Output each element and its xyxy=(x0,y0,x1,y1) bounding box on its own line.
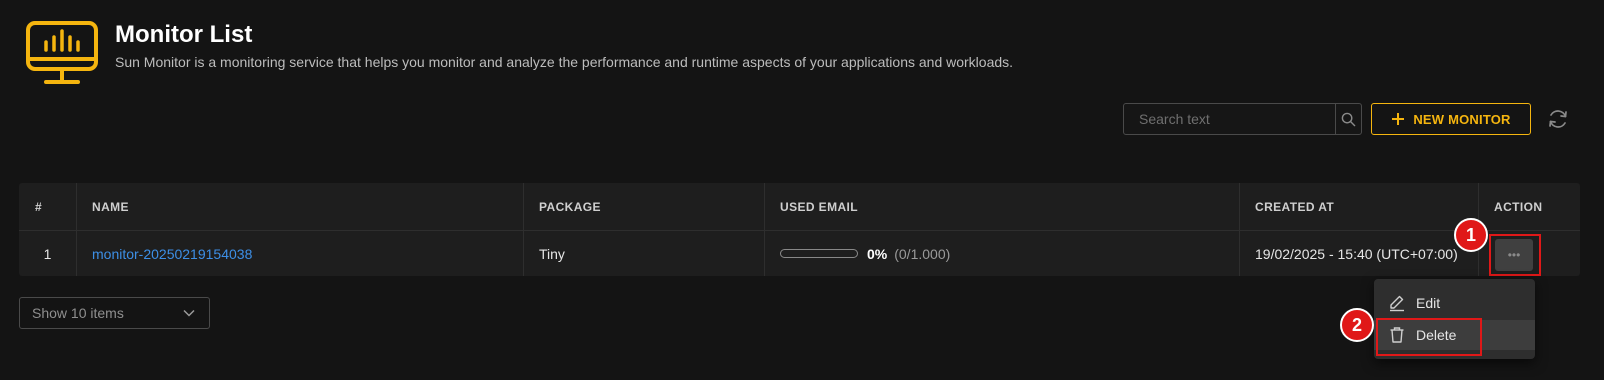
step-marker-1: 1 xyxy=(1454,218,1488,252)
highlight-box-action xyxy=(1489,234,1541,276)
row-created-at: 19/02/2025 - 15:40 (UTC+07:00) xyxy=(1255,245,1458,262)
monitor-icon xyxy=(26,21,98,84)
menu-item-edit-label: Edit xyxy=(1416,295,1441,311)
used-email-count: (0/1.000) xyxy=(894,245,951,262)
page-subtitle: Sun Monitor is a monitoring service that… xyxy=(115,54,1014,70)
monitor-table: # NAME PACKAGE USED EMAIL CREATED AT ACT… xyxy=(19,183,1580,276)
menu-item-edit[interactable]: Edit xyxy=(1374,288,1535,318)
used-email-percent: 0% xyxy=(867,245,888,262)
search-input[interactable] xyxy=(1124,104,1335,134)
column-header-created-at: CREATED AT xyxy=(1255,199,1335,214)
page-title: Monitor List xyxy=(115,21,253,48)
page-size-label: Show 10 items xyxy=(32,305,124,321)
column-header-action: ACTION xyxy=(1494,199,1543,214)
used-email-cell: 0% (0/1.000) xyxy=(764,231,1239,276)
edit-icon xyxy=(1390,295,1404,312)
new-monitor-button[interactable]: NEW MONITOR xyxy=(1371,103,1531,135)
search-box xyxy=(1123,103,1362,135)
page-size-select[interactable]: Show 10 items xyxy=(19,297,210,329)
plus-icon xyxy=(1392,113,1405,125)
step-marker-2: 2 xyxy=(1340,308,1374,342)
row-index: 1 xyxy=(43,245,52,262)
search-icon xyxy=(1341,112,1356,126)
column-header-package: PACKAGE xyxy=(539,199,601,214)
chevron-down-icon xyxy=(183,309,195,317)
row-package: Tiny xyxy=(539,245,565,262)
refresh-icon[interactable] xyxy=(1546,107,1570,131)
column-header-used-email: USED EMAIL xyxy=(780,199,859,214)
monitor-name-link[interactable]: monitor-20250219154038 xyxy=(76,231,523,276)
highlight-box-delete xyxy=(1376,318,1482,356)
column-header-name: NAME xyxy=(92,199,129,214)
used-email-progress-bar xyxy=(780,249,858,258)
column-header-index: # xyxy=(35,199,43,214)
new-monitor-label: NEW MONITOR xyxy=(1413,111,1511,127)
search-button[interactable] xyxy=(1335,104,1361,134)
